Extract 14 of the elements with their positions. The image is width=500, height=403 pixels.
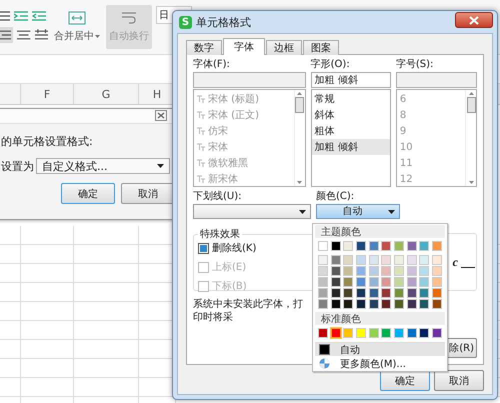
color-label: 颜色(C): [316,191,356,203]
preview-text: c [452,254,458,270]
effects-title: 特殊效果 [199,228,241,241]
apply-label: 设置为 [1,158,34,174]
notice-text: 系统中未安装此字体，打印时将采 [193,298,304,324]
window-title: 单元格格式 [196,14,251,30]
style-label: 字形(O): [310,59,351,71]
size-label: 字号(S): [396,59,434,71]
underline-label: 下划线(U): [193,191,242,203]
prompt-text: 的单元格设置格式: [1,134,94,149]
app-logo: S [179,16,192,28]
section-header: 主题颜色 [315,225,445,238]
font-label: 字体(F): [193,59,231,71]
section-header: 标准颜色 [315,312,445,325]
